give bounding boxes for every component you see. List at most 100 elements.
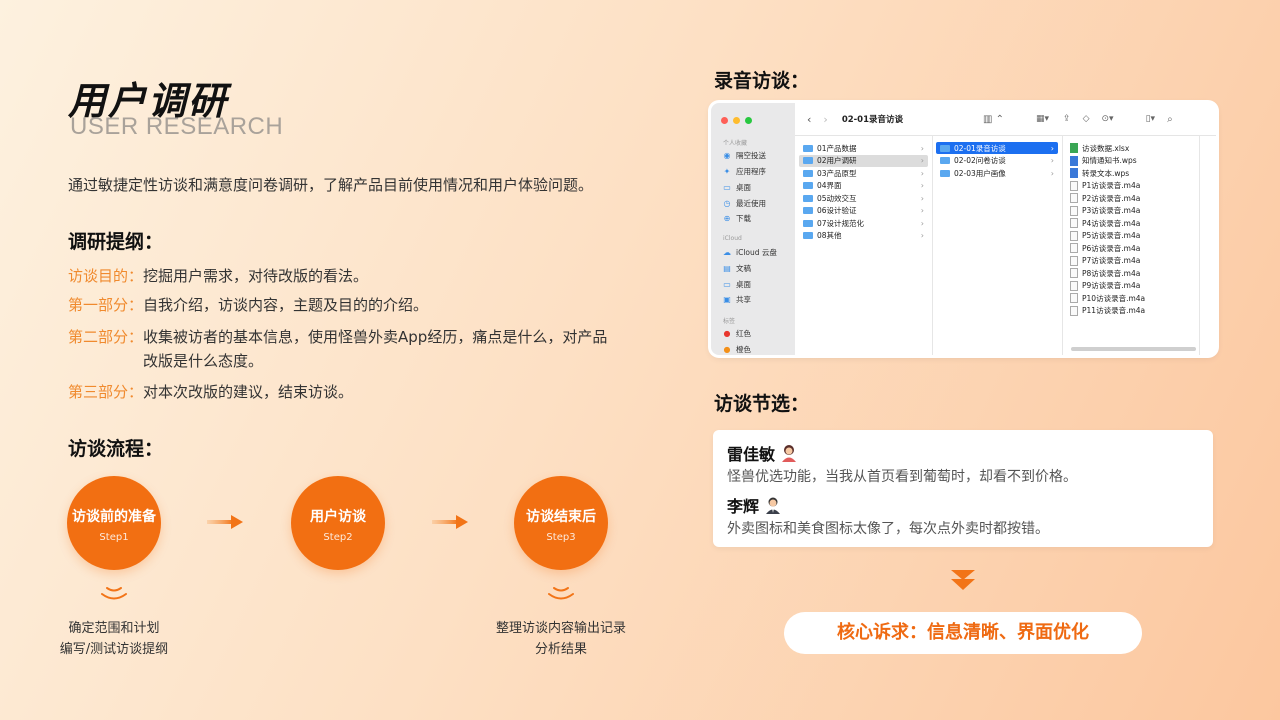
- window-controls: [721, 117, 752, 124]
- file-row[interactable]: 06设计验证 ›: [799, 205, 928, 217]
- minimize-button[interactable]: [733, 117, 740, 124]
- outline-item: 访谈目的： 挖掘用户需求，对待改版的看法。: [68, 265, 613, 287]
- file-row[interactable]: P11访谈录音.m4a: [1066, 305, 1195, 317]
- file-row[interactable]: 转录文本.wps: [1066, 167, 1195, 179]
- view-columns-icon[interactable]: ▥ ⌃: [983, 114, 1004, 125]
- file-row[interactable]: P9访谈录音.m4a: [1066, 280, 1195, 292]
- folder-icon: [803, 169, 813, 177]
- folder-icon: [803, 182, 813, 189]
- forward-icon[interactable]: ›: [823, 113, 827, 126]
- desktop-icon: ▭: [723, 279, 731, 289]
- sidebar-item[interactable]: ☁ iCloud 云盘: [723, 247, 777, 258]
- folder-icon: [803, 219, 813, 227]
- chevron-right-icon: ›: [920, 168, 924, 178]
- sidebar-item[interactable]: ◷ 最近使用: [723, 198, 767, 209]
- finder-toolbar: ‹ › 02-01录音访谈 ▥ ⌃ ▦▾ ⇪ ◇ ⊙▾ ▯▾ ⌕: [795, 103, 1216, 136]
- file-name: P8访谈录音.m4a: [1082, 268, 1141, 278]
- quote-text: 怪兽优选功能，当我从首页看到葡萄时，却看不到价格。: [727, 469, 1077, 485]
- quote-author: 李辉: [727, 493, 781, 517]
- sidebar-item[interactable]: ◉ 隔空投送: [723, 150, 767, 161]
- outline-label: 第二部分：: [68, 328, 144, 346]
- file-icon: [1070, 205, 1078, 216]
- window-title: 02-01录音访谈: [841, 115, 903, 125]
- file-icon: [1070, 305, 1078, 316]
- file-name: P11访谈录音.m4a: [1082, 306, 1146, 315]
- file-row[interactable]: 03产品原型 ›: [799, 167, 928, 179]
- file-row[interactable]: 04界面 ›: [799, 180, 928, 192]
- sidebar-section-label: 标签: [723, 318, 736, 325]
- chevron-right-icon: ›: [920, 181, 924, 190]
- file-icon: [1070, 155, 1078, 166]
- search-icon[interactable]: ⌕: [1167, 114, 1173, 125]
- sidebar-item[interactable]: ⊕ 下载: [723, 213, 751, 224]
- file-row[interactable]: 02-03用户画像 ›: [936, 167, 1058, 179]
- storage-icon[interactable]: ▯▾: [1146, 114, 1155, 124]
- file-name: 05动效交互: [817, 193, 857, 203]
- file-row[interactable]: 08其他 ›: [799, 230, 928, 242]
- sidebar-item[interactable]: ▭ 桌面: [723, 182, 751, 193]
- file-icon: [1070, 230, 1078, 241]
- close-button[interactable]: [721, 117, 728, 124]
- file-icon: [1070, 218, 1078, 228]
- sidebar-item-label: 共享: [736, 295, 751, 304]
- horizontal-scrollbar[interactable]: [1071, 347, 1196, 351]
- file-icon: [1070, 280, 1078, 291]
- sidebar-tag[interactable]: ● 橙色: [723, 344, 752, 355]
- sidebar-item-label: 文稿: [736, 264, 751, 273]
- step-number: Step2: [323, 532, 353, 543]
- file-icon: [1070, 193, 1078, 203]
- sidebar-item[interactable]: ✦ 应用程序: [723, 166, 766, 177]
- sidebar-item[interactable]: ▤ 文稿: [723, 263, 751, 274]
- file-row[interactable]: 02-02问卷访谈 ›: [936, 155, 1058, 167]
- shared-folder-icon: ▣: [723, 294, 731, 304]
- sidebar-section-label: iCloud: [723, 235, 742, 242]
- back-icon[interactable]: ‹: [807, 113, 811, 126]
- outline-text: 收集被访者的基本信息，使用怪兽外卖App经历，痛点是什么，对产品改版是什么态度。: [143, 328, 608, 370]
- wave-icon: [101, 587, 127, 600]
- sidebar-tag[interactable]: ● 红色: [723, 328, 752, 339]
- sidebar-section-label: 个人收藏: [723, 140, 748, 147]
- chevron-right-icon: ›: [1050, 168, 1054, 178]
- file-row[interactable]: P2访谈录音.m4a: [1066, 192, 1195, 204]
- file-row[interactable]: P1访谈录音.m4a: [1066, 180, 1195, 192]
- folder-icon: [940, 144, 950, 152]
- outline-label: 第三部分：: [68, 383, 144, 401]
- sidebar-item-label: 下载: [736, 214, 751, 223]
- file-row[interactable]: 知情通知书.wps: [1066, 155, 1195, 167]
- sidebar-item[interactable]: ▭ 桌面: [723, 279, 751, 290]
- sidebar-item[interactable]: ▣ 共享: [723, 294, 751, 305]
- file-row[interactable]: 02用户调研 ›: [799, 154, 928, 167]
- chevron-right-icon: ›: [920, 206, 924, 215]
- tag-icon[interactable]: ◇: [1083, 114, 1090, 124]
- outline-label: 访谈目的：: [68, 267, 144, 285]
- file-row[interactable]: 01产品数据 ›: [799, 142, 928, 154]
- file-row[interactable]: P4访谈录音.m4a: [1066, 217, 1195, 229]
- file-row[interactable]: P6访谈录音.m4a: [1066, 242, 1195, 254]
- more-icon[interactable]: ⊙▾: [1102, 114, 1114, 124]
- author-name: 雷佳敏: [727, 445, 776, 464]
- quote-author: 雷佳敏: [727, 441, 797, 465]
- desktop-icon: ▭: [723, 182, 731, 192]
- file-name: 07设计规范化: [817, 218, 865, 228]
- file-name: 02用户调研: [817, 156, 857, 165]
- file-row[interactable]: 02-01录音访谈 ›: [936, 142, 1058, 154]
- file-row[interactable]: P7访谈录音.m4a: [1066, 255, 1195, 267]
- file-row[interactable]: P3访谈录音.m4a: [1066, 205, 1195, 217]
- sidebar-item-label: 应用程序: [736, 167, 766, 176]
- step-name: 访谈前的准备: [72, 509, 156, 525]
- applications-icon: ✦: [723, 166, 731, 176]
- file-row[interactable]: P8访谈录音.m4a: [1066, 267, 1195, 279]
- chevron-right-icon: ›: [920, 193, 924, 203]
- chevron-right-icon: ›: [920, 218, 924, 228]
- file-row[interactable]: 07设计规范化 ›: [799, 217, 928, 229]
- group-icon[interactable]: ▦▾: [1036, 114, 1049, 124]
- share-icon[interactable]: ⇪: [1063, 114, 1071, 124]
- file-row[interactable]: P10访谈录音.m4a: [1066, 292, 1195, 304]
- step-name: 访谈结束后: [526, 509, 596, 525]
- airdrop-icon: ◉: [723, 150, 731, 160]
- file-name: 访谈数据.xlsx: [1082, 143, 1130, 153]
- file-row[interactable]: P5访谈录音.m4a: [1066, 230, 1195, 242]
- file-row[interactable]: 05动效交互 ›: [799, 192, 928, 204]
- zoom-button[interactable]: [745, 117, 752, 124]
- file-row[interactable]: 访谈数据.xlsx: [1066, 142, 1195, 154]
